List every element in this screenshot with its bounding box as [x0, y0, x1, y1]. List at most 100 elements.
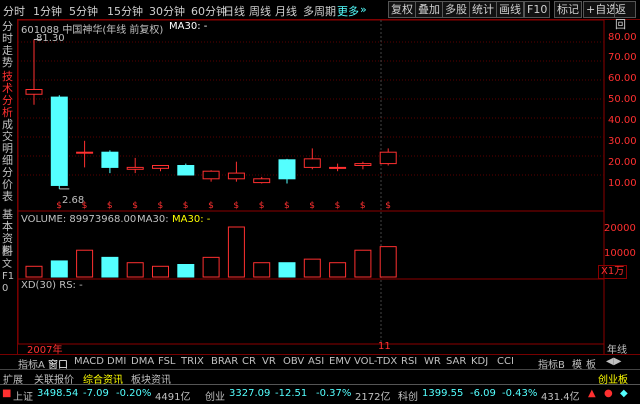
sh-index-name[interactable]: 上证	[13, 388, 33, 403]
candle-body	[303, 158, 321, 168]
kc-index-amount: 431.4亿	[541, 392, 580, 403]
volume-bar	[227, 226, 245, 278]
period-toolbar: 分时 1分钟 5分钟 15分钟 30分钟 60分钟 日线 周线 月线 多周期 更…	[0, 0, 640, 31]
volume-bar	[354, 249, 372, 278]
multi-stock-button[interactable]: 多股	[442, 1, 470, 18]
status-icon-1[interactable]: ▲	[588, 388, 596, 399]
tab-vr[interactable]: VR	[262, 356, 276, 367]
tab-kdj[interactable]: KDJ	[471, 356, 488, 367]
tab-fenshi[interactable]: 分时	[3, 3, 25, 19]
sh-index-pct: -0.20%	[116, 388, 152, 399]
info-bar: 扩展 关联报价 综合资讯 板块资讯 创业板	[0, 369, 640, 386]
candle-body	[76, 151, 94, 154]
tab-60min[interactable]: 60分钟	[191, 3, 227, 19]
tab-cci[interactable]: CCI	[497, 356, 514, 367]
tab-dmi[interactable]: DMI	[107, 356, 126, 367]
tab-sar[interactable]: SAR	[446, 356, 466, 367]
left-nav: 分时走势 技术分析 成交明细 分价表 基本资料 图文F10	[0, 19, 18, 366]
x-end-label: 11	[378, 341, 391, 352]
dividend-marker: $	[385, 201, 391, 211]
indicator-tabs: 指标A 窗口 MACD DMI DMA FSL TRIX BRAR CR VR …	[0, 354, 640, 371]
draw-line-button[interactable]: 画线	[496, 1, 524, 18]
dividend-marker: $	[360, 201, 366, 211]
tab-brar[interactable]: BRAR	[211, 356, 238, 367]
dividend-marker: $	[284, 201, 290, 211]
more-arrow-icon[interactable]: »	[360, 3, 367, 16]
tab-fsl[interactable]: FSL	[158, 356, 176, 367]
tab-wr[interactable]: WR	[424, 356, 441, 367]
tab-obv[interactable]: OBV	[283, 356, 304, 367]
volume-bar	[50, 260, 68, 278]
tab-daily[interactable]: 日线	[223, 3, 245, 19]
candle-body	[25, 89, 43, 95]
dividend-marker: $	[158, 201, 164, 211]
kline-chart[interactable]: $ $ $ $ $ $ $ $ $ $ $ $ $ $	[18, 19, 640, 354]
sh-index-amount: 4491亿	[155, 392, 191, 403]
nav-f10[interactable]: 图文F10	[2, 247, 15, 295]
main-panel-frame	[18, 19, 605, 212]
status-icon-2[interactable]: ●	[604, 388, 613, 399]
tab-weekly[interactable]: 周线	[249, 3, 271, 19]
dividend-marker: $	[233, 201, 239, 211]
tab-asi[interactable]: ASI	[308, 356, 324, 367]
volume-bar	[152, 265, 169, 278]
low-price-label: 2.68	[62, 195, 85, 206]
nav-price-table[interactable]: 分价表	[2, 167, 15, 203]
mark-button[interactable]: 标记	[554, 1, 582, 18]
volume-unit-label: X1万	[598, 265, 628, 279]
kc-index-change: -6.09	[470, 388, 496, 399]
cy-index-change: -12.51	[275, 388, 308, 399]
candle-body	[50, 96, 68, 186]
tab-1min[interactable]: 1分钟	[33, 3, 62, 19]
index-status-bar: ■ 上证 3498.54 -7.09 -0.20% 4491亿 创业 3327.…	[0, 384, 640, 404]
dividend-marker: $	[132, 201, 138, 211]
volume-ma-value: MA30: -	[172, 214, 211, 225]
tab-15min[interactable]: 15分钟	[107, 3, 143, 19]
f10-button[interactable]: F10	[524, 1, 551, 18]
kc-index-name[interactable]: 科创	[398, 388, 418, 403]
candle-body	[329, 166, 347, 169]
status-icon-3[interactable]: ◆	[620, 388, 628, 399]
volume-bar	[253, 262, 271, 278]
volume-panel-title: VOLUME: 89973968.00	[21, 214, 137, 225]
main-ma-label: MA30: -	[169, 21, 208, 32]
dividend-marker: $	[259, 201, 265, 211]
tab-dma[interactable]: DMA	[131, 356, 154, 367]
dividend-markers: $ $ $ $ $ $ $ $ $ $ $ $ $ $	[56, 201, 391, 211]
tab-rsi[interactable]: RSI	[401, 356, 417, 367]
xd-panel-frame	[18, 278, 605, 345]
candle-body	[227, 172, 245, 180]
dividend-marker: $	[107, 201, 113, 211]
nav-trade-detail[interactable]: 成交明细	[2, 119, 15, 167]
sh-index-icon: ■	[2, 388, 12, 399]
candle-body	[177, 165, 195, 176]
candle-body	[126, 166, 144, 170]
tabs-scroll-icon[interactable]: ◀▶	[606, 356, 621, 367]
volume-bars	[25, 226, 397, 278]
tab-5min[interactable]: 5分钟	[69, 3, 98, 19]
dividend-marker: $	[183, 201, 189, 211]
nav-fenshi[interactable]: 分时走势	[2, 21, 15, 69]
tab-multi-period[interactable]: 多周期	[303, 3, 336, 19]
overlay-button[interactable]: 叠加	[415, 1, 443, 18]
y-tick: 40.00	[608, 115, 637, 126]
cy-index-pct: -0.37%	[316, 388, 352, 399]
nav-tech-analysis[interactable]: 技术分析	[2, 71, 15, 119]
tab-30min[interactable]: 30分钟	[149, 3, 185, 19]
cy-index-name[interactable]: 创业	[205, 388, 225, 403]
y-tick: 70.00	[608, 52, 637, 63]
tab-emv[interactable]: EMV	[329, 356, 351, 367]
stats-button[interactable]: 统计	[469, 1, 497, 18]
tab-vol-tdx[interactable]: VOL-TDX	[354, 356, 397, 367]
cy-index-amount: 2172亿	[355, 392, 391, 403]
tab-cr[interactable]: CR	[242, 356, 256, 367]
back-button[interactable]: 返回	[614, 1, 636, 31]
fuquan-button[interactable]: 复权	[388, 1, 416, 18]
tab-trix[interactable]: TRIX	[181, 356, 204, 367]
more-button[interactable]: 更多	[337, 3, 359, 19]
tab-macd[interactable]: MACD	[74, 356, 104, 367]
candle-body	[278, 159, 296, 180]
volume-bar	[379, 246, 397, 278]
y-tick: 50.00	[608, 94, 637, 105]
tab-monthly[interactable]: 月线	[275, 3, 297, 19]
